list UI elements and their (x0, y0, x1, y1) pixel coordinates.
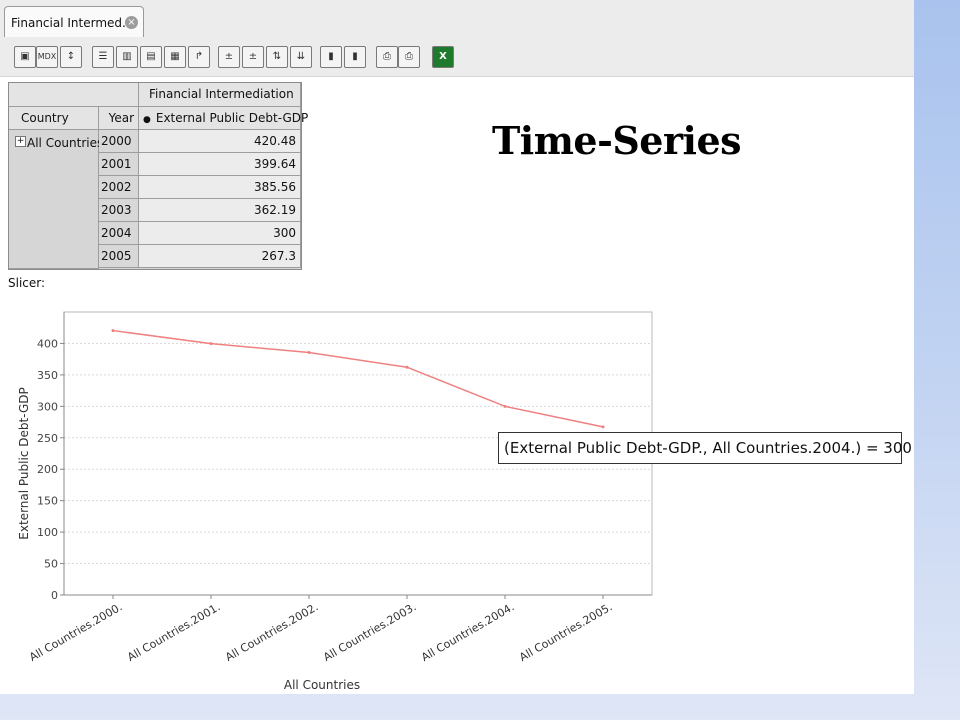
tab-label: Financial Intermed.. (11, 16, 130, 30)
y-tick-label: 50 (44, 558, 58, 571)
suppress-empty-button[interactable]: ▦ (164, 46, 186, 68)
row-header-member: + All Countries (9, 130, 103, 269)
row-year: 2002 (99, 176, 139, 199)
drill-through-button[interactable]: ⇊ (290, 46, 312, 68)
close-icon[interactable]: × (125, 16, 138, 29)
print-pdf-button[interactable]: ⎙ (398, 46, 420, 68)
mdx-icon: MDX (37, 52, 57, 61)
y-tick-label: 100 (37, 526, 58, 539)
row-value: 362.19 (139, 199, 301, 222)
data-point (111, 329, 115, 333)
y-tick-label: 350 (37, 369, 58, 382)
data-point (601, 425, 605, 429)
chart-config-icon: ▮ (352, 51, 358, 62)
row-value: 385.56 (139, 176, 301, 199)
print-config-icon: ⎙ (383, 51, 391, 62)
drill-member-icon: ± (224, 51, 234, 62)
print-config-button[interactable]: ⎙ (376, 46, 398, 68)
member-label[interactable]: All Countries (27, 136, 103, 150)
print-icon: ⎙ (405, 51, 413, 62)
row-year: 2001 (99, 153, 139, 176)
sort-button[interactable]: ↕ (60, 46, 82, 68)
spans-icon: ▥ (122, 51, 132, 62)
row-year: 2000 (99, 130, 139, 153)
expand-icon[interactable]: + (15, 136, 26, 147)
x-tick-label: All Countries.2004. (419, 600, 516, 664)
page-title: Time-Series (492, 118, 742, 163)
pivot-table: Financial Intermediation Country Year ● E… (8, 82, 308, 270)
show-properties-button[interactable]: ▤ (140, 46, 162, 68)
swap-axes-icon: ↱ (194, 51, 204, 62)
hide-spans-button[interactable]: ▥ (116, 46, 138, 68)
chart-config-button[interactable]: ▮ (344, 46, 366, 68)
row-year: 2003 (99, 199, 139, 222)
y-tick-label: 200 (37, 463, 58, 476)
row-value: 399.64 (139, 153, 301, 176)
y-tick-label: 250 (37, 432, 58, 445)
row-year: 2004 (99, 222, 139, 245)
chart-tooltip: (External Public Debt-GDP., All Countrie… (498, 432, 912, 464)
line-chart: 0 50 100 150 200 250 300 350 400 All Countries.20… (17, 311, 653, 692)
tab-financial-intermediation[interactable]: Financial Intermed.. × (4, 6, 144, 37)
column-header-year: Year (99, 107, 139, 130)
show-parent-button[interactable]: ☰ (92, 46, 114, 68)
measure-header[interactable]: ● External Public Debt-GDP (139, 107, 308, 130)
cube-navigator-button[interactable]: ▣ (14, 46, 36, 68)
x-tick-label: All Countries.2003. (321, 600, 418, 664)
y-tick-label: 300 (37, 400, 58, 413)
data-point (405, 365, 409, 369)
x-tick-label: All Countries.2001. (125, 600, 222, 664)
x-axis-label: All Countries (284, 678, 360, 692)
row-year: 2005 (99, 245, 139, 268)
drill-replace-button[interactable]: ⇅ (266, 46, 288, 68)
x-tick-label: All Countries.2005. (517, 600, 614, 664)
y-tick-label: 0 (51, 589, 58, 602)
app-window: Financial Intermed.. × ▣ MDX ↕ ☰ ▥ ▤ ▦ ↱ ± ± ⇅ ⇊ ▮ ▮ ⎙… (0, 0, 914, 694)
toolbar: ▣ MDX ↕ ☰ ▥ ▤ ▦ ↱ ± ± ⇅ ⇊ ▮ ▮ ⎙ ⎙ X (0, 38, 914, 77)
bar-chart-icon: ▮ (328, 51, 334, 62)
x-tick-label: All Countries.2000. (27, 600, 124, 664)
pivot-corner (9, 83, 139, 107)
swap-axes-button[interactable]: ↱ (188, 46, 210, 68)
show-chart-button[interactable]: ▮ (320, 46, 342, 68)
drill-position-button[interactable]: ± (242, 46, 264, 68)
measure-label: External Public Debt-GDP (155, 111, 309, 125)
drill-member-button[interactable]: ± (218, 46, 240, 68)
drill-replace-icon: ⇅ (272, 51, 282, 62)
y-tick-label: 150 (37, 495, 58, 508)
tab-bar: Financial Intermed.. × (0, 0, 914, 39)
bullet-icon: ● (143, 115, 151, 125)
data-point (307, 351, 311, 355)
drill-through-icon: ⇊ (296, 51, 306, 62)
data-point (503, 404, 507, 408)
pivot-group-header: Financial Intermediation (139, 83, 301, 107)
hierarchy-icon: ☰ (98, 51, 108, 62)
cube-icon: ▣ (20, 51, 30, 62)
sort-az-icon: ↕ (66, 51, 76, 62)
y-axis-label: External Public Debt-GDP (17, 387, 31, 539)
slicer-label: Slicer: (8, 276, 46, 290)
x-tick-label: All Countries.2002. (223, 600, 320, 664)
excel-icon: X (439, 51, 447, 62)
row-value: 300 (139, 222, 301, 245)
excel-export-button[interactable]: X (432, 46, 454, 68)
drill-position-icon: ± (248, 51, 258, 62)
row-value: 420.48 (139, 130, 301, 153)
y-tick-label: 400 (37, 337, 58, 350)
column-header-country: Country (9, 107, 99, 130)
mdx-button[interactable]: MDX (36, 46, 58, 68)
data-point (209, 342, 213, 346)
empty-rows-icon: ▦ (170, 51, 180, 62)
properties-icon: ▤ (146, 51, 156, 62)
row-value: 267.3 (139, 245, 301, 268)
